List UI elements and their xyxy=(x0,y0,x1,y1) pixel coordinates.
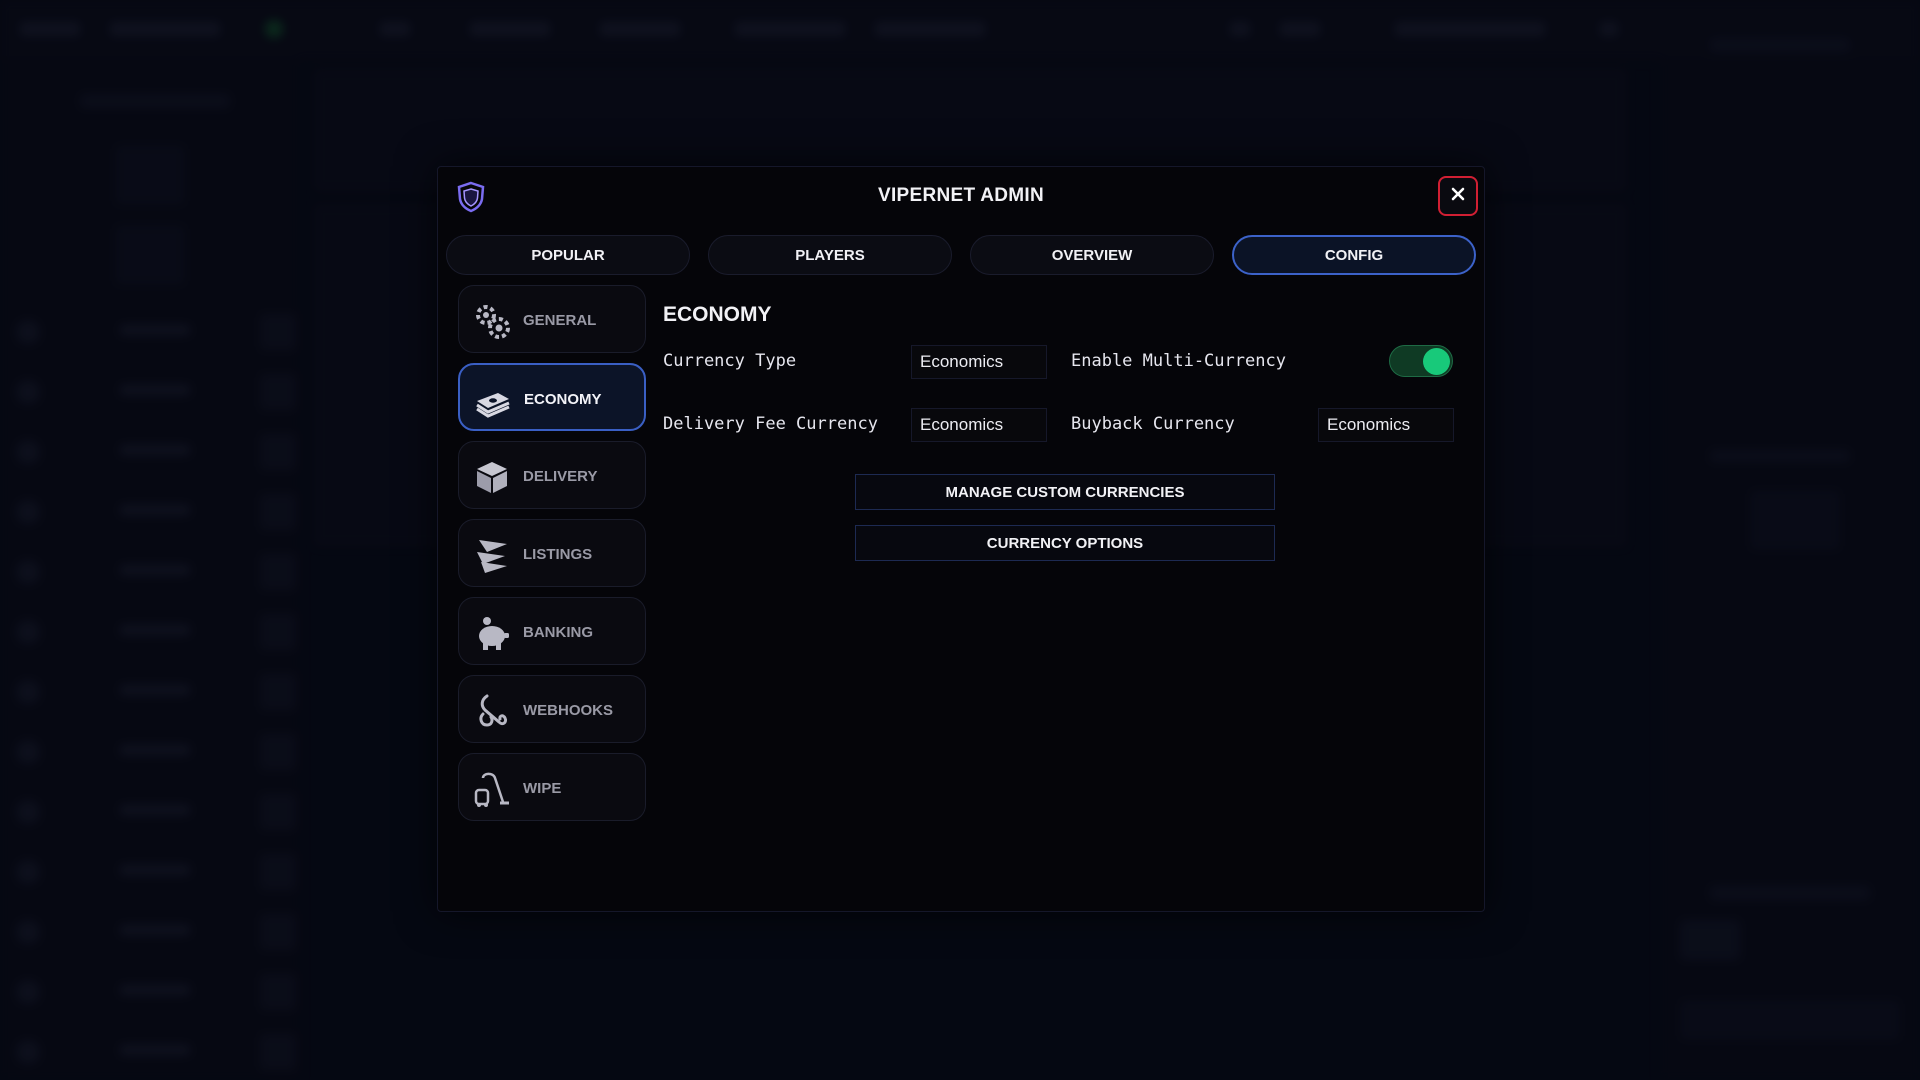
section-title: ECONOMY xyxy=(663,303,772,326)
delivery-fee-field[interactable]: Economics xyxy=(911,408,1047,442)
close-button[interactable] xyxy=(1438,176,1478,216)
currency-options-button[interactable]: CURRENCY OPTIONS xyxy=(855,525,1275,561)
tab-bar: POPULAR PLAYERS OVERVIEW CONFIG xyxy=(446,235,1478,277)
delivery-fee-label: Delivery Fee Currency xyxy=(663,414,878,434)
sidebar-item-economy[interactable]: ECONOMY xyxy=(458,363,646,431)
modal-title: VIPERNET ADMIN xyxy=(877,185,1045,206)
tab-players[interactable]: PLAYERS xyxy=(708,235,952,275)
sidebar-item-banking[interactable]: BANKING xyxy=(458,597,646,665)
buyback-field[interactable]: Economics xyxy=(1318,408,1454,442)
tab-config[interactable]: CONFIG xyxy=(1232,235,1476,275)
buyback-label: Buyback Currency xyxy=(1071,414,1235,434)
toggle-knob xyxy=(1423,348,1450,375)
cash-stack-icon xyxy=(474,381,512,419)
multi-currency-toggle[interactable] xyxy=(1389,345,1453,377)
sidebar-item-label: BANKING xyxy=(523,624,593,641)
layers-icon xyxy=(473,536,511,574)
sidebar-item-label: WIPE xyxy=(523,780,562,797)
currency-type-field[interactable]: Economics xyxy=(911,345,1047,379)
manage-custom-currencies-button[interactable]: MANAGE CUSTOM CURRENCIES xyxy=(855,474,1275,510)
modal-header: VIPERNET ADMIN xyxy=(438,167,1484,227)
close-icon xyxy=(1450,186,1466,207)
sidebar-item-listings[interactable]: LISTINGS xyxy=(458,519,646,587)
box-icon xyxy=(473,458,511,496)
sidebar-item-label: WEBHOOKS xyxy=(523,702,613,719)
sidebar-item-general[interactable]: GENERAL xyxy=(458,285,646,353)
sidebar-item-label: GENERAL xyxy=(523,312,597,329)
economy-panel: ECONOMY Currency Type Economics Enable M… xyxy=(663,285,1463,885)
sidebar-item-label: ECONOMY xyxy=(524,391,602,408)
tab-overview[interactable]: OVERVIEW xyxy=(970,235,1214,275)
admin-modal: VIPERNET ADMIN POPULAR PLAYERS OVERVIEW … xyxy=(437,166,1485,912)
sidebar-item-label: LISTINGS xyxy=(523,546,593,563)
hook-icon xyxy=(473,692,511,730)
sidebar-item-wipe[interactable]: WIPE xyxy=(458,753,646,821)
sidebar-item-webhooks[interactable]: WEBHOOKS xyxy=(458,675,646,743)
multi-currency-label: Enable Multi-Currency xyxy=(1071,351,1286,371)
sidebar-item-label: DELIVERY xyxy=(523,468,598,485)
currency-type-label: Currency Type xyxy=(663,351,797,371)
sidebar-item-delivery[interactable]: DELIVERY xyxy=(458,441,646,509)
piggy-bank-icon xyxy=(473,614,511,652)
vacuum-icon xyxy=(473,770,511,808)
gears-icon xyxy=(473,302,511,340)
tab-popular[interactable]: POPULAR xyxy=(446,235,690,275)
